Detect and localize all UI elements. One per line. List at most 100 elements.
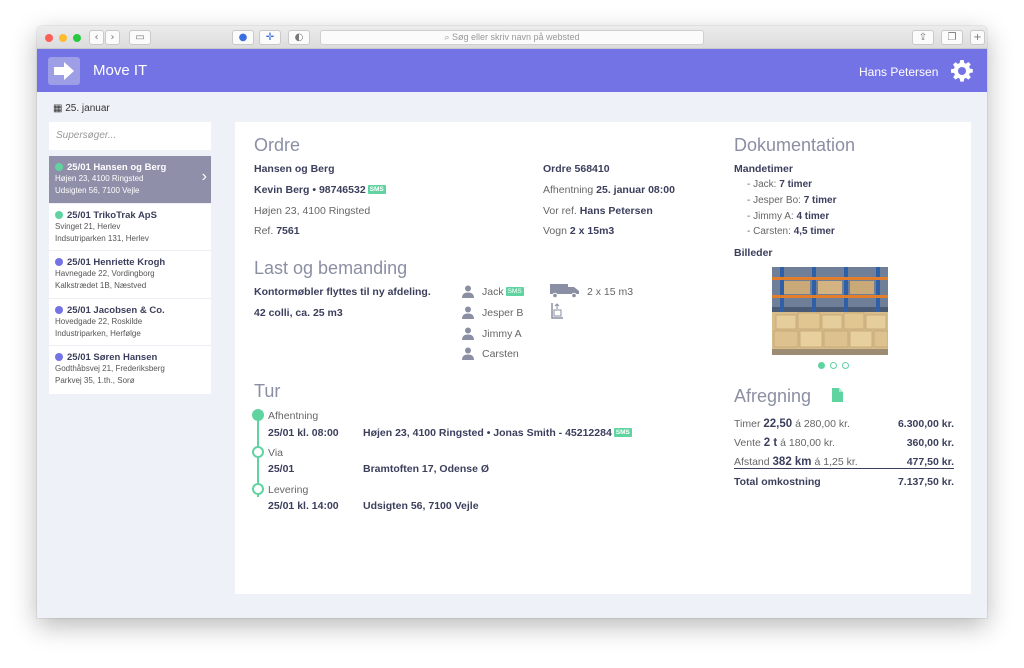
list-item[interactable]: 25/01 Hansen og Berg Højen 23, 4100 Ring… — [49, 156, 211, 204]
cost-label: Vente — [734, 437, 761, 449]
hours-name: - Jack: — [747, 179, 777, 190]
user-name[interactable]: Hans Petersen — [859, 65, 938, 79]
forward-button[interactable]: › — [105, 30, 120, 45]
cost-amount: 477,50 kr. — [906, 456, 954, 468]
zoom-window-button[interactable] — [73, 34, 81, 42]
person-icon — [462, 285, 474, 298]
vehicle-label: Vogn — [543, 225, 567, 237]
load-volume: 42 colli, ca. 25 m3 — [254, 307, 343, 319]
ordre-heading: Ordre — [254, 135, 301, 155]
item-address: Udsigten 56, 7100 Vejle — [55, 186, 140, 195]
sms-button[interactable]: SMS — [613, 428, 632, 437]
pickup-value: 25. januar 08:00 — [596, 184, 675, 196]
sms-button[interactable]: SMS — [367, 185, 386, 194]
stop-time: 25/01 — [268, 463, 295, 475]
ref-value: 7561 — [276, 225, 300, 237]
cost-rate: á 180,00 kr. — [780, 437, 836, 449]
search-input[interactable]: Supersøger... — [49, 122, 211, 150]
cost-label: Timer — [734, 418, 761, 430]
tabs-button[interactable]: ❐ — [941, 30, 963, 45]
vehicle-line: Vogn 2 x 15m3 — [543, 225, 614, 237]
minimize-window-button[interactable] — [59, 34, 67, 42]
stop-time: 25/01 kl. 08:00 — [268, 427, 339, 439]
carousel-dot[interactable] — [842, 362, 849, 369]
item-address: Godthåbsvej 21, Frederiksberg — [55, 364, 165, 374]
url-placeholder: Søg eller skriv navn på websted — [451, 32, 580, 42]
ref-label: Ref. — [254, 225, 274, 237]
app-header: Move IT Hans Petersen — [37, 49, 987, 92]
sidebar-toggle-button[interactable]: ▭ — [129, 30, 151, 45]
cost-rate: á 1,25 kr. — [814, 456, 858, 468]
list-item[interactable]: 25/01 Søren Hansen Godthåbsvej 21, Frede… — [49, 346, 211, 394]
crew-member: Jimmy A — [482, 328, 522, 340]
item-address: Industriparken, Herfølge — [55, 328, 141, 338]
load-description: Kontormøbler flyttes til ny afdeling. — [254, 286, 431, 298]
share-button[interactable]: ⇪ — [912, 30, 934, 45]
person-icon — [462, 327, 474, 340]
list-item[interactable]: 25/01 TrikoTrak ApS Svinget 21, Herlev I… — [49, 204, 211, 252]
hours-name: - Jesper Bo: — [747, 195, 801, 206]
total-divider — [734, 468, 954, 469]
search-icon: ⌕ — [444, 32, 452, 42]
contrast-icon[interactable]: ◐ — [288, 30, 310, 45]
date-label: 25. januar — [65, 103, 110, 114]
warehouse-photo[interactable] — [772, 267, 888, 355]
ourref-line: Vor ref. Hans Petersen — [543, 205, 653, 217]
item-address: Hovedgade 22, Roskilde — [55, 316, 143, 326]
info-icon[interactable]: ● — [232, 30, 254, 45]
cost-amount: 6.300,00 kr. — [897, 418, 954, 430]
crew-name: Jack — [482, 286, 504, 298]
item-title: 25/01 Hansen og Berg — [67, 162, 167, 173]
carousel-dot[interactable] — [818, 362, 825, 369]
date-selector[interactable]: ▦ 25. januar — [53, 103, 110, 114]
order-list: 25/01 Hansen og Berg Højen 23, 4100 Ring… — [49, 156, 211, 394]
route-stop-dot — [252, 446, 264, 458]
carousel-dot[interactable] — [830, 362, 837, 369]
list-item[interactable]: 25/01 Henriette Krogh Havnegade 22, Vord… — [49, 251, 211, 299]
afregning-heading: Afregning — [734, 386, 812, 406]
gear-icon[interactable] — [950, 59, 974, 83]
truck-capacity: 2 x 15 m3 — [587, 286, 634, 298]
sms-button[interactable]: SMS — [505, 287, 524, 296]
customer-name: Hansen og Berg — [254, 163, 335, 175]
back-button[interactable]: ‹ — [89, 30, 104, 45]
url-bar[interactable]: ⌕ Søg eller skriv navn på websted — [320, 30, 704, 45]
item-title: 25/01 Søren Hansen — [67, 352, 158, 364]
last-heading: Last og bemanding — [254, 258, 408, 278]
cost-rate: á 280,00 kr. — [795, 418, 850, 430]
hours-name: - Carsten: — [747, 226, 791, 237]
pickup-line: Afhentning 25. januar 08:00 — [543, 184, 675, 196]
chevron-right-icon: › — [201, 168, 207, 185]
item-title: 25/01 Jacobsen & Co. — [67, 304, 165, 316]
close-window-button[interactable] — [45, 34, 53, 42]
hours-row: - Jesper Bo: 7 timer — [747, 195, 837, 206]
hours-row: - Jack: 7 timer — [747, 179, 812, 190]
list-item[interactable]: 25/01 Jacobsen & Co. Hovedgade 22, Roski… — [49, 299, 211, 347]
hours-value: 4,5 timer — [793, 226, 835, 237]
cost-quantity: 22,50 — [763, 418, 793, 430]
hours-row: - Carsten: 4,5 timer — [747, 226, 835, 237]
order-number: Ordre 568410 — [543, 163, 610, 175]
crew-member: Carsten — [482, 348, 519, 360]
crew-member: Jack SMS — [482, 286, 524, 298]
stop-time: 25/01 kl. 14:00 — [268, 500, 339, 512]
new-tab-button[interactable]: + — [970, 30, 985, 45]
total-amount: 7.137,50 kr. — [897, 476, 954, 488]
hours-row: - Jimmy A: 4 timer — [747, 211, 829, 222]
document-icon[interactable] — [832, 388, 843, 402]
item-address: Indsutriparken 131, Herlev — [55, 233, 149, 243]
cost-row: Afstand 382 km á 1,25 kr. — [734, 456, 858, 468]
contact-text: Kevin Berg • 98746532 — [254, 184, 366, 196]
stop-address: Højen 23, 4100 Ringsted • Jonas Smith - … — [363, 427, 632, 439]
route-stop-dot — [252, 483, 264, 495]
status-dot — [55, 210, 63, 219]
hours-value: 4 timer — [796, 211, 830, 222]
target-icon[interactable]: ✛ — [259, 30, 281, 45]
stop-address: Udsigten 56, 7100 Vejle — [363, 500, 479, 512]
hours-title: Mandetimer — [734, 163, 793, 175]
app-title: Move IT — [93, 62, 148, 79]
dok-heading: Dokumentation — [734, 135, 856, 155]
app-logo — [48, 57, 80, 85]
browser-window: ‹ › ▭ ● ✛ ◐ ⌕ Søg eller skriv navn på we… — [37, 26, 987, 618]
stop-address: Bramtoften 17, Odense Ø — [363, 463, 490, 475]
